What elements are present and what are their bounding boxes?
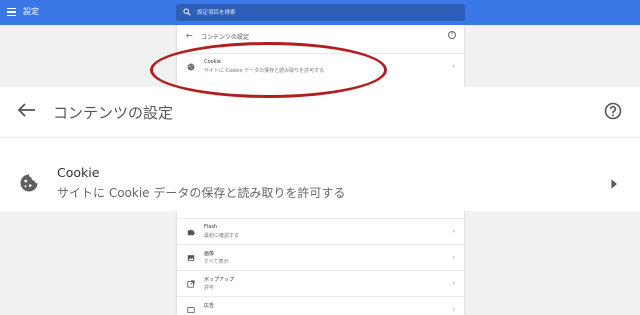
- row-title: Cookie: [204, 59, 221, 65]
- settings-row-images[interactable]: 画像 すべて表示 ›: [177, 244, 464, 271]
- row-subtitle: サイトに Cookie データの保存と読み取りを許可する: [204, 68, 325, 74]
- card-header: ← コンテンツの設定 ?: [177, 25, 464, 51]
- row-title: 広告: [204, 303, 215, 309]
- chevron-right-icon: ›: [452, 306, 455, 313]
- card-title: コンテンツの設定: [201, 34, 250, 41]
- image-icon: [187, 255, 195, 261]
- settings-row-ads[interactable]: 広告 ›: [177, 296, 464, 315]
- top-app-bar: 設定 設定項目を検索: [0, 0, 640, 25]
- page-title: コンテンツの設定: [53, 104, 174, 122]
- row-subtitle: 最初に確認する: [204, 233, 240, 239]
- divider: [0, 137, 640, 138]
- row-title: Flash: [204, 224, 218, 230]
- cookie-setting-description: サイトに Cookie データの保存と読み取りを許可する: [57, 186, 346, 200]
- help-icon[interactable]: ?: [448, 31, 456, 39]
- app-title: 設定: [23, 7, 39, 16]
- cookie-icon: [187, 63, 195, 71]
- chevron-right-icon[interactable]: [611, 179, 618, 189]
- settings-row-flash[interactable]: Flash 最初に確認する ›: [177, 218, 464, 245]
- help-icon[interactable]: [604, 102, 622, 120]
- search-icon: [183, 8, 191, 16]
- puzzle-icon: [187, 229, 195, 236]
- ads-icon: [187, 307, 195, 313]
- back-arrow-icon[interactable]: ←: [186, 31, 193, 40]
- back-arrow-icon[interactable]: [16, 101, 38, 119]
- menu-icon[interactable]: [7, 8, 16, 17]
- chevron-right-icon: ›: [452, 280, 455, 287]
- search-input[interactable]: 設定項目を検索: [176, 4, 465, 21]
- settings-row-popups[interactable]: ポップアップ 許可 ›: [177, 270, 464, 297]
- row-subtitle: すべて表示: [204, 259, 229, 265]
- chevron-right-icon: ›: [452, 254, 455, 261]
- row-title: 画像: [204, 251, 215, 257]
- zoomed-content-settings-panel: コンテンツの設定 Cookie サイトに Cookie データの保存と読み取りを…: [0, 87, 640, 211]
- popup-icon: [187, 280, 195, 288]
- search-placeholder: 設定項目を検索: [197, 10, 236, 16]
- row-title: ポップアップ: [204, 277, 235, 283]
- settings-row-cookie[interactable]: Cookie サイトに Cookie データの保存と読み取りを許可する ›: [177, 53, 464, 80]
- cookie-setting-title[interactable]: Cookie: [57, 165, 99, 180]
- row-subtitle: 許可: [204, 285, 215, 291]
- chevron-right-icon: ›: [452, 63, 455, 70]
- chevron-right-icon: ›: [452, 228, 455, 235]
- cookie-icon: [20, 174, 38, 192]
